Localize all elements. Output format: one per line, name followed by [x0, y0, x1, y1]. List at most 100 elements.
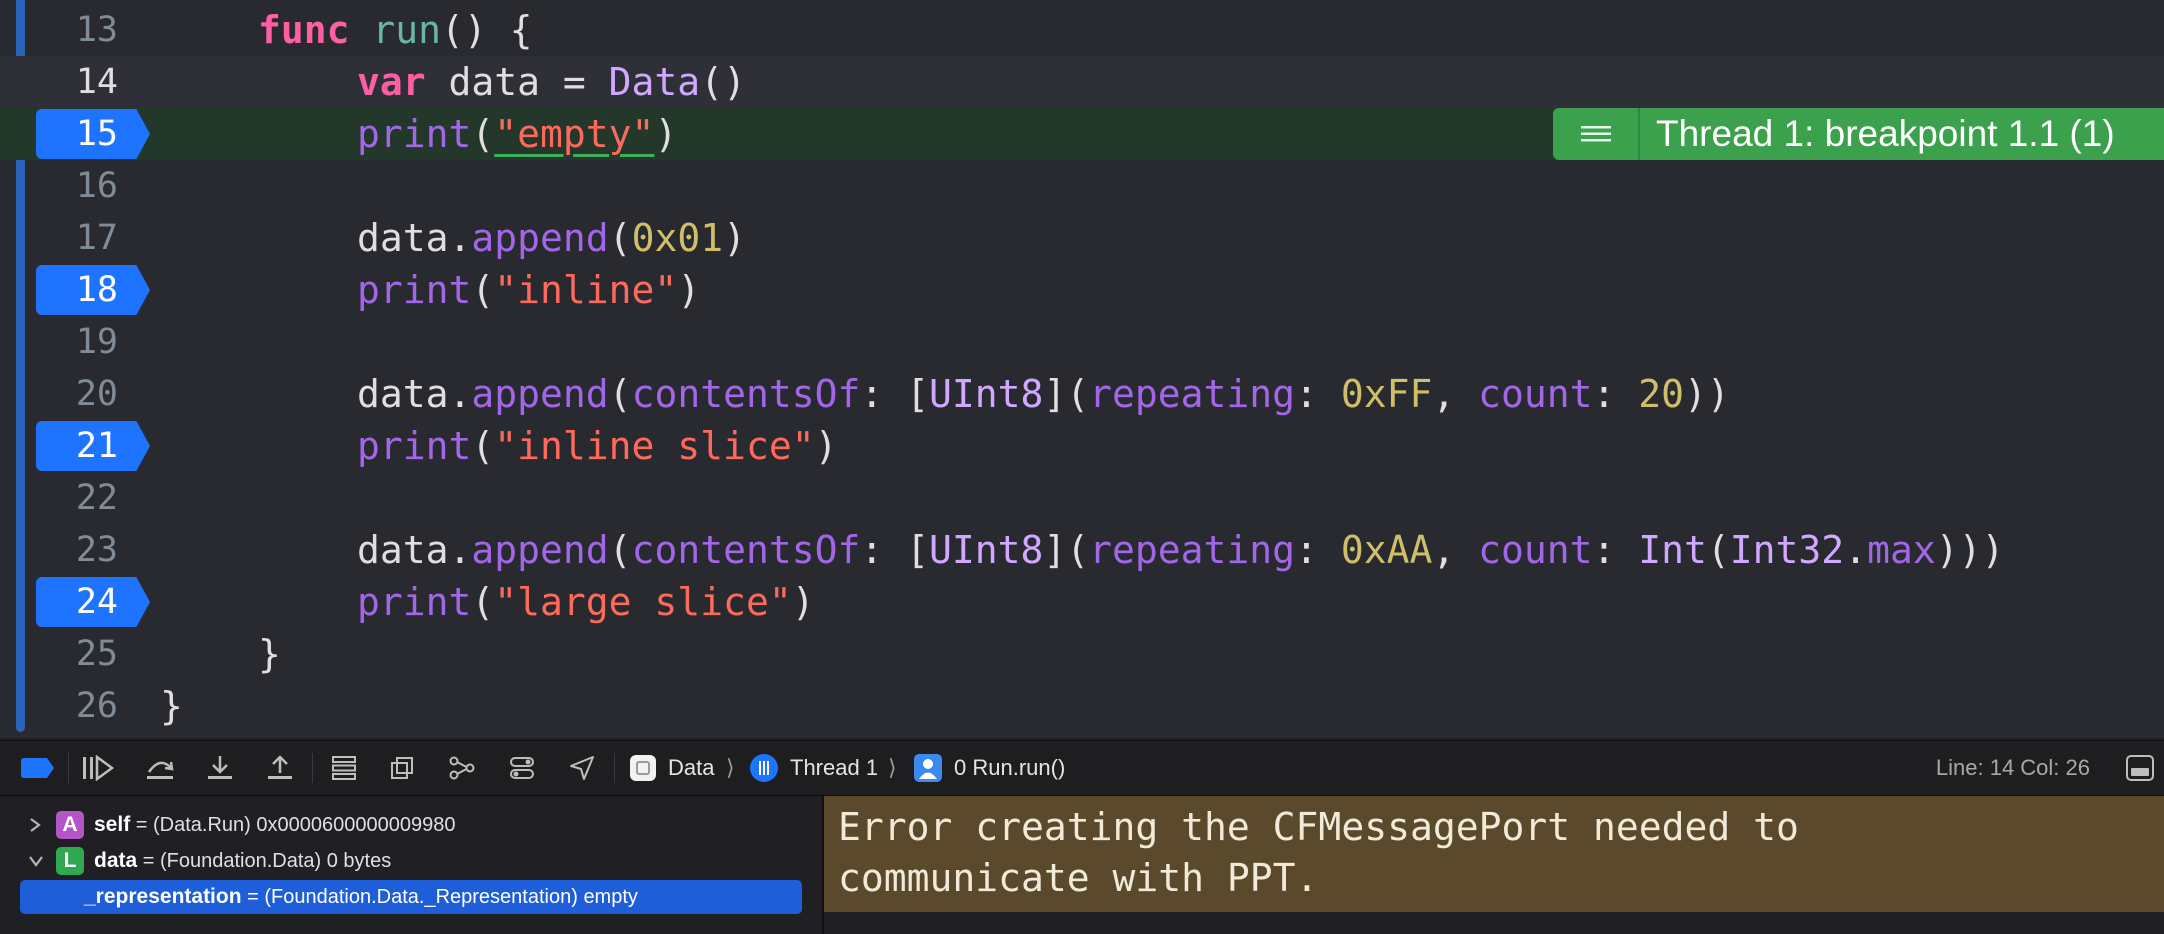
line-col-indicator: Line: 14 Col: 26 [1935, 755, 2090, 780]
code-token: } [258, 632, 281, 676]
code-line[interactable]: 16 [0, 160, 2164, 212]
code-token: contentsOf [631, 372, 861, 416]
code-token: } [160, 684, 183, 728]
overrides-icon[interactable] [504, 750, 540, 786]
debug-bar: Data ⟩ Thread 1 ⟩ 0 Run.run() Line: 14 C… [0, 740, 2164, 796]
code-text: func run() { [258, 4, 533, 56]
code-token: ( [608, 372, 632, 416]
disclosure-expanded-icon[interactable] [28, 844, 48, 878]
code-token: "large slice" [494, 580, 792, 624]
code-token: ) [791, 580, 815, 624]
breadcrumb-frame[interactable]: 0 Run.run() [954, 741, 1065, 795]
code-text: print("large slice") [357, 576, 815, 628]
line-number: 25 [75, 634, 118, 674]
code-token: count [1478, 528, 1593, 572]
thread-breakpoint-annotation[interactable]: Thread 1: breakpoint 1.1 (1) [1553, 108, 2164, 160]
code-text: data.append(contentsOf: [UInt8](repeatin… [357, 524, 2004, 576]
code-token: , [1432, 528, 1479, 572]
code-line[interactable]: 26} [0, 680, 2164, 732]
variable-row-data[interactable]: L data = (Foundation.Data) 0 bytes [0, 844, 822, 878]
code-line[interactable]: 20 data.append(contentsOf: [UInt8](repeat… [0, 368, 2164, 420]
code-token: : [ [860, 372, 929, 416]
variable-row-self[interactable]: A self = (Data.Run) 0x0000600000009980 [0, 808, 822, 842]
hide-debug-area-icon[interactable] [2126, 755, 2154, 781]
line-number: 19 [75, 322, 118, 362]
code-token: append [471, 372, 609, 416]
code-token: "inline slice" [494, 424, 815, 468]
code-line[interactable]: 25} [0, 628, 2164, 680]
code-token: data. [357, 372, 472, 416]
code-token: ]( [1043, 372, 1090, 416]
code-token: "empty" [494, 112, 655, 156]
code-line[interactable]: 21 print("inline slice") [0, 420, 2164, 472]
code-token: 20 [1638, 372, 1685, 416]
code-token: )) [1684, 372, 1730, 416]
variable-name: self [94, 813, 131, 836]
line-number: 22 [75, 478, 118, 518]
code-token: : [1592, 372, 1639, 416]
location-icon[interactable] [564, 750, 600, 786]
line-number: 24 [75, 582, 118, 622]
view-hierarchy-icon[interactable] [326, 750, 362, 786]
breadcrumb-target[interactable]: Data [668, 741, 714, 795]
code-token: ( [471, 424, 495, 468]
code-token: func [258, 8, 350, 52]
code-token: "inline" [494, 268, 678, 312]
code-token: run [372, 8, 442, 52]
line-number: 14 [75, 62, 118, 102]
breakpoints-toggle-icon[interactable] [20, 750, 56, 786]
console-output[interactable]: Error creating the CFMessagePort needed … [824, 796, 2164, 934]
continue-icon[interactable] [80, 750, 116, 786]
line-number: 16 [75, 166, 118, 206]
disclosure-collapsed-icon[interactable] [28, 808, 48, 842]
code-token: 0xFF [1340, 372, 1433, 416]
step-over-icon[interactable] [142, 750, 178, 786]
code-token: 0xAA [1340, 528, 1433, 572]
argument-badge-icon: A [56, 811, 84, 839]
line-number: 26 [75, 686, 118, 726]
line-number: 13 [75, 10, 118, 50]
variable-row-representation[interactable]: _representation = (Foundation.Data._Repr… [20, 880, 802, 914]
breadcrumb-chevron-icon: ⟩ [726, 755, 735, 780]
code-token: ]( [1043, 528, 1090, 572]
code-text: data.append(contentsOf: [UInt8](repeatin… [357, 368, 1730, 420]
code-line[interactable]: 17 data.append(0x01) [0, 212, 2164, 264]
line-number: 17 [75, 218, 118, 258]
step-out-icon[interactable] [262, 750, 298, 786]
line-number: 15 [75, 114, 118, 154]
thread-icon [750, 754, 778, 782]
code-line[interactable]: 13 func run() { [0, 4, 2164, 56]
line-number: 23 [75, 530, 118, 570]
step-into-icon[interactable] [202, 750, 238, 786]
code-line[interactable]: 24 print("large slice") [0, 576, 2164, 628]
breadcrumb-thread[interactable]: Thread 1 [790, 741, 878, 795]
code-token: ( [471, 580, 495, 624]
source-editor[interactable]: 13 func run() {14 var data = Data() 15 print… [0, 0, 2164, 738]
local-badge-icon: L [56, 847, 84, 875]
code-token: : [1295, 372, 1341, 416]
code-line[interactable]: 19 [0, 316, 2164, 368]
code-line[interactable]: 22 [0, 472, 2164, 524]
environment-icon[interactable] [444, 750, 480, 786]
code-token: var [357, 60, 426, 104]
code-token: print [357, 424, 472, 468]
code-token: print [357, 268, 472, 312]
code-token: . [1844, 528, 1868, 572]
annotation-menu-icon[interactable] [1553, 108, 1640, 160]
code-token: UInt8 [928, 372, 1044, 416]
code-token: Data [608, 60, 701, 104]
variable-value: = (Foundation.Data._Representation) empt… [241, 886, 638, 908]
code-text: data.append(0x01) [357, 212, 746, 264]
code-line[interactable]: 18 print("inline") [0, 264, 2164, 316]
breadcrumb-chevron-icon: ⟩ [888, 755, 897, 780]
code-line[interactable]: 14 var data = Data() [0, 56, 2164, 108]
code-token: ( [471, 268, 495, 312]
code-text: print("inline") [357, 264, 700, 316]
variables-view[interactable]: A self = (Data.Run) 0x0000600000009980 L… [0, 796, 822, 934]
code-token: ) [677, 268, 701, 312]
frame-person-icon [914, 754, 942, 782]
code-text: } [258, 628, 281, 680]
console-error-message: Error creating the CFMessagePort needed … [824, 796, 2164, 912]
memory-graph-icon[interactable] [384, 750, 420, 786]
code-line[interactable]: 23 data.append(contentsOf: [UInt8](repeat… [0, 524, 2164, 576]
